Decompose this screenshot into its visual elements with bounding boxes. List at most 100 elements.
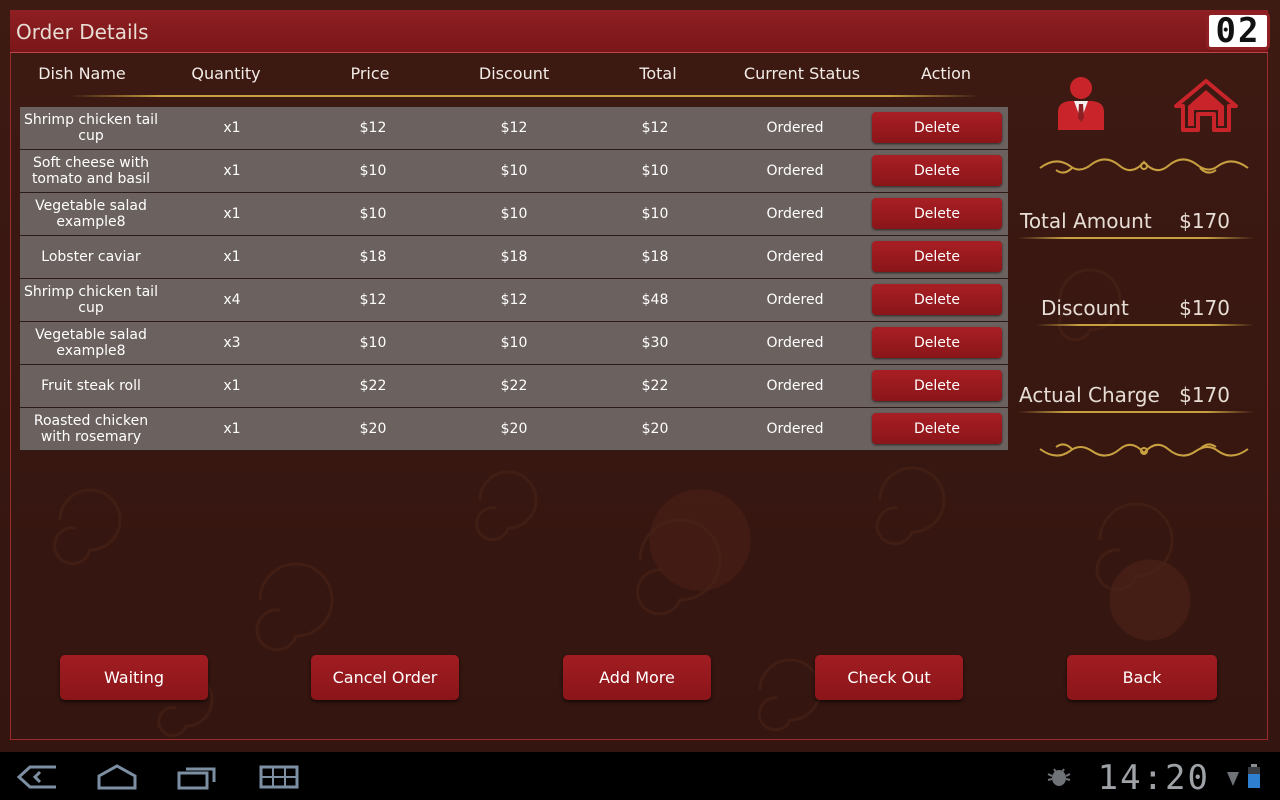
dish-name-cell: Shrimp chicken tail cup	[24, 284, 158, 316]
discount-value: $170	[1179, 296, 1230, 320]
discount-cell: $10	[500, 163, 528, 179]
discount-cell: $10	[500, 335, 528, 351]
dish-name-cell: Shrimp chicken tail cup	[24, 112, 158, 144]
dish-name-cell: Vegetable salad example8	[35, 198, 147, 230]
delete-button[interactable]: Delete	[872, 112, 1002, 143]
total-amount-value: $170	[1179, 209, 1230, 233]
delete-button[interactable]: Delete	[872, 284, 1002, 315]
title-bar: Order Details	[10, 10, 1268, 53]
table-row: Soft cheese with tomato and basil x1 $10…	[20, 150, 1008, 193]
discount-label: Discount	[1041, 296, 1129, 320]
status-cell: Ordered	[766, 421, 824, 437]
dish-name-cell: Fruit steak roll	[41, 378, 141, 394]
delete-button[interactable]: Delete	[872, 241, 1002, 272]
price-cell: $12	[359, 120, 387, 136]
price-cell: $22	[359, 378, 387, 394]
table-row: Shrimp chicken tail cup x1 $12 $12 $12 O…	[20, 107, 1008, 150]
back-button[interactable]: Back	[1067, 655, 1217, 700]
column-header-current-status: Current Status	[743, 64, 861, 83]
table-row: Vegetable salad example8 x1 $10 $10 $10 …	[20, 193, 1008, 236]
status-cell: Ordered	[766, 120, 824, 136]
ornament-divider-bottom	[1039, 443, 1249, 457]
grid-menu-icon[interactable]	[258, 764, 300, 790]
total-amount-section: Total Amount $170	[1018, 206, 1258, 246]
discount-cell: $20	[500, 421, 528, 437]
quantity-cell: x1	[223, 206, 241, 222]
recent-apps-icon[interactable]	[176, 764, 218, 790]
table-header: Dish Name Quantity Price Discount Total …	[20, 64, 1010, 84]
total-cell: $10	[641, 163, 669, 179]
column-header-discount: Discount	[478, 64, 550, 83]
battery-icon	[1248, 764, 1260, 788]
discount-cell: $12	[500, 120, 528, 136]
column-header-action: Action	[920, 64, 972, 83]
header-divider	[70, 95, 980, 97]
discount-section: Discount $170	[1018, 293, 1258, 333]
check-out-button[interactable]: Check Out	[815, 655, 963, 700]
ornament-divider-top	[1039, 158, 1249, 174]
discount-underline	[1036, 324, 1254, 326]
dish-name-cell: Vegetable salad example8	[35, 327, 147, 359]
home-nav-icon[interactable]	[96, 764, 138, 790]
discount-cell: $22	[500, 378, 528, 394]
waiter-icon[interactable]	[1054, 76, 1108, 132]
actual-charge-underline	[1018, 411, 1254, 413]
status-cell: Ordered	[766, 292, 824, 308]
actual-charge-value: $170	[1179, 383, 1230, 407]
quantity-cell: x4	[223, 292, 241, 308]
home-icon[interactable]	[1174, 78, 1238, 132]
price-cell: $10	[359, 163, 387, 179]
delete-button[interactable]: Delete	[872, 370, 1002, 401]
quantity-cell: x1	[223, 120, 241, 136]
status-clock: 14:20	[1097, 758, 1210, 798]
wifi-icon	[1227, 772, 1239, 786]
delete-button[interactable]: Delete	[872, 198, 1002, 229]
order-table-body: Shrimp chicken tail cup x1 $12 $12 $12 O…	[20, 107, 1008, 451]
discount-cell: $18	[500, 249, 528, 265]
cancel-order-button[interactable]: Cancel Order	[311, 655, 459, 700]
price-cell: $20	[359, 421, 387, 437]
delete-button[interactable]: Delete	[872, 413, 1002, 444]
dish-name-cell: Roasted chicken with rosemary	[33, 413, 149, 445]
table-number-badge: 02	[1206, 12, 1270, 50]
quantity-cell: x1	[223, 421, 241, 437]
price-cell: $10	[359, 335, 387, 351]
quantity-cell: x3	[223, 335, 241, 351]
actual-charge-section: Actual Charge $170	[1018, 380, 1258, 420]
price-cell: $10	[359, 206, 387, 222]
delete-button[interactable]: Delete	[872, 155, 1002, 186]
discount-cell: $12	[500, 292, 528, 308]
status-cell: Ordered	[766, 206, 824, 222]
discount-cell: $10	[500, 206, 528, 222]
price-cell: $12	[359, 292, 387, 308]
dish-name-cell: Lobster caviar	[41, 249, 141, 265]
column-header-price: Price	[350, 64, 390, 83]
total-cell: $18	[641, 249, 669, 265]
total-cell: $20	[641, 421, 669, 437]
price-cell: $18	[359, 249, 387, 265]
status-cell: Ordered	[766, 335, 824, 351]
quantity-cell: x1	[223, 249, 241, 265]
app-screen: Order Details 02 Dish Name Quantity Pric…	[0, 0, 1280, 752]
debug-bug-icon	[1047, 768, 1071, 786]
status-cell: Ordered	[766, 163, 824, 179]
add-more-button[interactable]: Add More	[563, 655, 711, 700]
delete-button[interactable]: Delete	[872, 327, 1002, 358]
status-cell: Ordered	[766, 249, 824, 265]
system-navigation-bar: 14:20	[0, 752, 1280, 800]
column-header-total: Total	[639, 64, 677, 83]
total-cell: $12	[641, 120, 669, 136]
total-cell: $48	[641, 292, 669, 308]
column-header-dish-name: Dish Name	[38, 64, 126, 83]
back-nav-icon[interactable]	[16, 764, 58, 790]
table-row: Lobster caviar x1 $18 $18 $18 Ordered De…	[20, 236, 1008, 279]
dish-name-cell: Soft cheese with tomato and basil	[31, 155, 151, 187]
table-row: Roasted chicken with rosemary x1 $20 $20…	[20, 408, 1008, 451]
waiting-button[interactable]: Waiting	[60, 655, 208, 700]
table-row: Shrimp chicken tail cup x4 $12 $12 $48 O…	[20, 279, 1008, 322]
quantity-cell: x1	[223, 378, 241, 394]
table-row: Fruit steak roll x1 $22 $22 $22 Ordered …	[20, 365, 1008, 408]
total-cell: $22	[641, 378, 669, 394]
total-amount-underline	[1018, 237, 1254, 239]
total-amount-label: Total Amount	[1020, 209, 1152, 233]
